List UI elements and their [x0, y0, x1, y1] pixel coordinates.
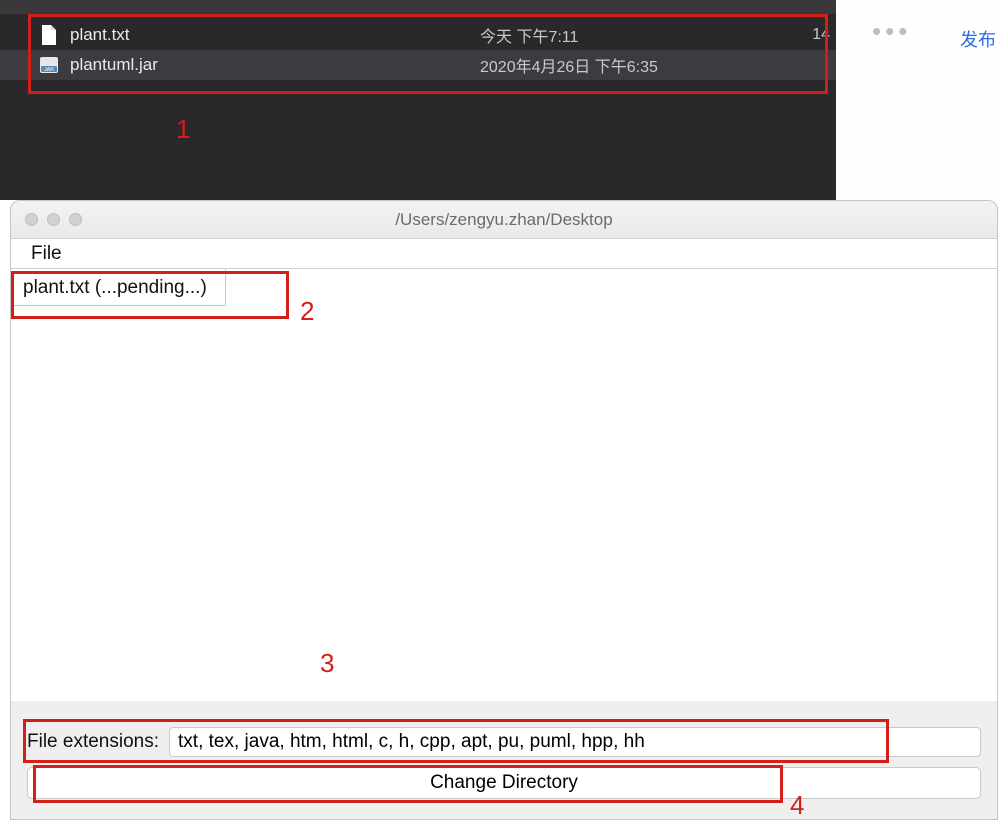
file-tab[interactable]: plant.txt (...pending...) — [11, 269, 226, 306]
window-traffic-lights — [11, 213, 82, 226]
txt-file-icon — [40, 24, 58, 46]
publish-button[interactable]: 发布 — [960, 26, 996, 52]
window-title: /Users/zengyu.zhan/Desktop — [395, 210, 612, 230]
file-row[interactable]: plant.txt 今天 下午7:11 14 — [0, 20, 836, 50]
menu-bar: File — [11, 239, 997, 269]
change-directory-button[interactable]: Change Directory — [27, 767, 981, 799]
menu-file[interactable]: File — [21, 241, 72, 267]
finder-window: plant.txt 今天 下午7:11 14 JAR plantuml.jar … — [0, 0, 836, 200]
file-name: plantuml.jar — [70, 55, 450, 75]
editor-toolbar-right: ••• 发布 — [836, 0, 1000, 200]
file-name: plant.txt — [70, 25, 450, 45]
close-icon[interactable] — [25, 213, 38, 226]
file-date: 今天 下午7:11 — [450, 23, 710, 47]
bottom-bar: File extensions: Change Directory — [11, 711, 997, 819]
svg-text:JAR: JAR — [44, 67, 54, 73]
file-extensions-label: File extensions: — [27, 731, 159, 753]
finder-column-header — [0, 0, 836, 14]
window-titlebar[interactable]: /Users/zengyu.zhan/Desktop — [11, 201, 997, 239]
plantuml-window: /Users/zengyu.zhan/Desktop File plant.tx… — [10, 200, 998, 820]
jar-file-icon: JAR — [40, 54, 58, 76]
content-area: plant.txt (...pending...) — [11, 269, 997, 701]
finder-file-list: plant.txt 今天 下午7:11 14 JAR plantuml.jar … — [0, 14, 836, 80]
file-extensions-input[interactable] — [169, 727, 981, 757]
zoom-icon[interactable] — [69, 213, 82, 226]
file-size: 14 — [710, 26, 836, 44]
file-extensions-row: File extensions: — [27, 727, 981, 757]
file-date: 2020年4月26日 下午6:35 — [450, 53, 710, 77]
file-row[interactable]: JAR plantuml.jar 2020年4月26日 下午6:35 — [0, 50, 836, 80]
minimize-icon[interactable] — [47, 213, 60, 226]
more-icon[interactable]: ••• — [872, 26, 911, 36]
